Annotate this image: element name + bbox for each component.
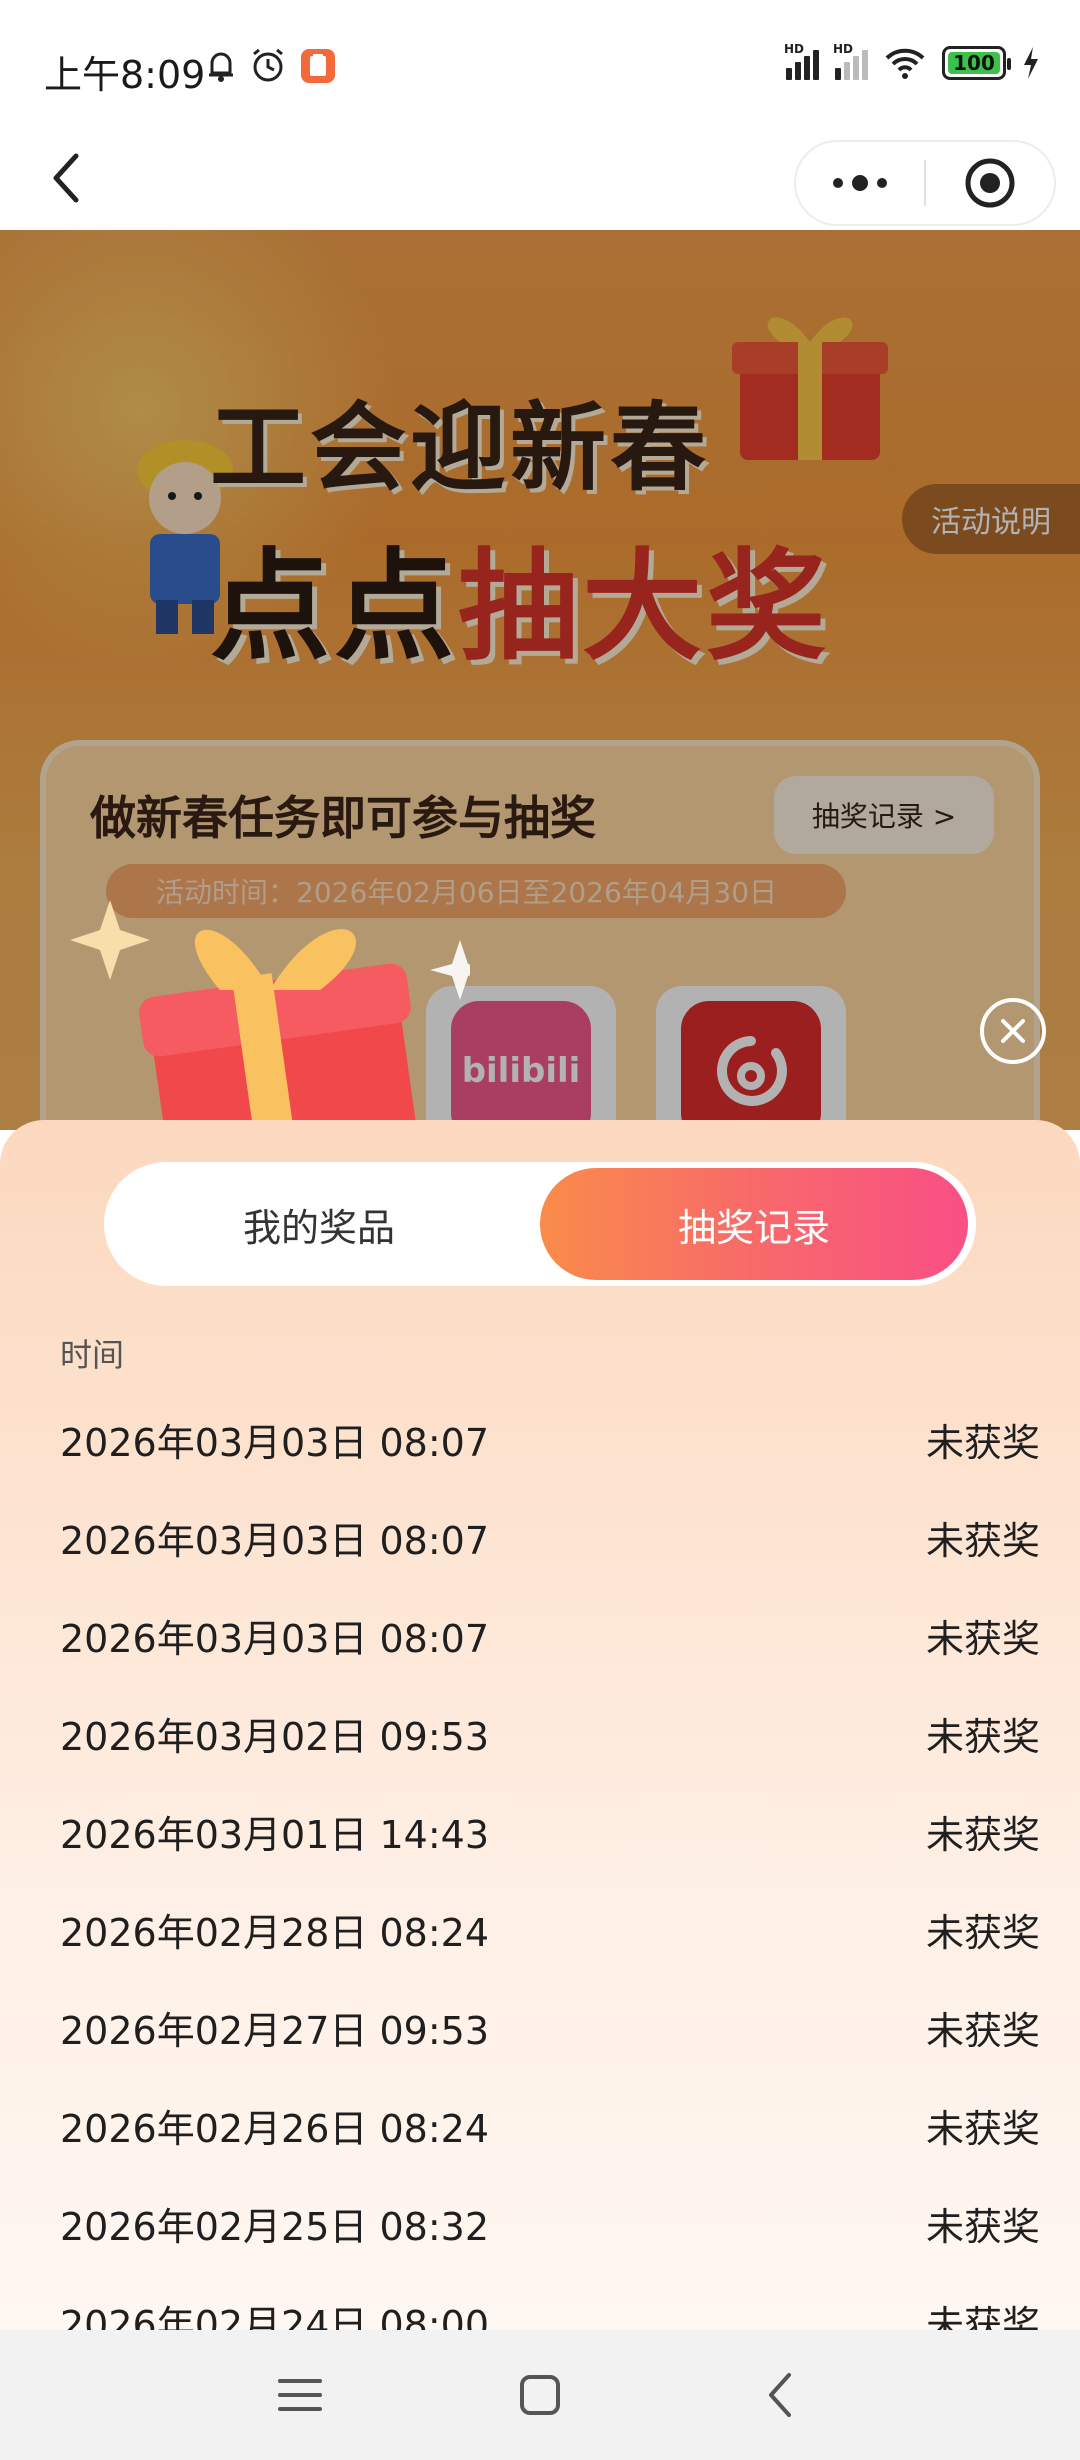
chevron-left-icon [769,2373,791,2417]
list-item: 2026年03月01日 14:43 未获奖 [0,1782,1080,1880]
status-time: 上午8:09 [44,53,206,97]
record-status: 未获奖 [925,1420,1040,1465]
status-bar: 上午8:09 HD HD 100 [0,0,1080,130]
record-time: 2026年02月24日 08:00 [60,2302,490,2331]
more-button[interactable] [796,142,924,224]
wifi-icon [885,48,925,79]
tab-switcher: 我的奖品 抽奖记录 [104,1162,976,1286]
lottery-records-sheet: 我的奖品 抽奖记录 时间 2026年03月03日 08:07 未获奖 2026年0… [0,1120,1080,2330]
battery-level: 100 [953,51,995,75]
list-item: 2026年03月03日 08:07 未获奖 [0,1586,1080,1684]
record-status: 未获奖 [925,1714,1040,1759]
home-button[interactable] [510,2365,570,2425]
record-time: 2026年03月03日 08:07 [60,1616,490,1661]
system-navigation-bar [0,2330,1080,2460]
signal-icon-1: HD [784,42,819,80]
record-time: 2026年03月03日 08:07 [60,1420,490,1465]
close-popup-button[interactable] [980,998,1046,1064]
record-time: 2026年02月28日 08:24 [60,1910,490,1955]
chevron-left-icon [53,153,79,203]
status-right: HD HD 100 [784,42,1040,80]
miniprogram-capsule [794,140,1056,226]
close-icon [1001,1019,1025,1043]
list-item: 2026年02月25日 08:32 未获奖 [0,2174,1080,2272]
close-miniprogram-button[interactable] [926,142,1054,224]
record-time: 2026年03月02日 09:53 [60,1714,490,1759]
tab-lottery-records[interactable]: 抽奖记录 [540,1168,968,1280]
record-time: 2026年02月25日 08:32 [60,2204,490,2249]
record-status: 未获奖 [925,2302,1040,2331]
nav-bar [0,130,1080,230]
tab-my-prizes[interactable]: 我的奖品 [104,1162,534,1286]
recent-apps-button[interactable] [270,2365,330,2425]
list-item: 2026年02月26日 08:24 未获奖 [0,2076,1080,2174]
record-status: 未获奖 [925,2204,1040,2249]
record-status: 未获奖 [925,1518,1040,1563]
record-status: 未获奖 [925,1910,1040,1955]
app-notification-icon [301,49,335,83]
list-item: 2026年02月27日 09:53 未获奖 [0,1978,1080,2076]
list-item: 2026年02月24日 08:00 未获奖 [0,2272,1080,2331]
back-button[interactable] [36,148,96,208]
menu-icon [278,2379,322,2411]
list-item: 2026年02月28日 08:24 未获奖 [0,1880,1080,1978]
more-dots-icon [833,175,887,191]
record-time: 2026年02月26日 08:24 [60,2106,490,2151]
column-header-time: 时间 [60,1336,125,1374]
alarm-icon [253,48,283,82]
charging-icon [1024,47,1038,79]
record-status: 未获奖 [925,2008,1040,2053]
list-item: 2026年03月03日 08:07 未获奖 [0,1488,1080,1586]
signal-icon-2: HD [833,42,868,80]
system-back-button[interactable] [750,2365,810,2425]
square-home-icon [520,2375,560,2415]
record-time: 2026年03月03日 08:07 [60,1518,490,1563]
list-item: 2026年03月02日 09:53 未获奖 [0,1684,1080,1782]
bell-off-icon [209,52,233,82]
record-status: 未获奖 [925,2106,1040,2151]
record-time: 2026年03月01日 14:43 [60,1812,490,1857]
battery-icon: 100 [942,46,1011,80]
status-icons-left [206,48,336,84]
record-status: 未获奖 [925,1616,1040,1661]
list-item: 2026年03月03日 08:07 未获奖 [0,1390,1080,1488]
target-close-icon [965,158,1015,208]
records-list: 2026年03月03日 08:07 未获奖 2026年03月03日 08:07 未获… [0,1390,1080,2331]
record-time: 2026年02月27日 09:53 [60,2008,490,2053]
record-status: 未获奖 [925,1812,1040,1857]
